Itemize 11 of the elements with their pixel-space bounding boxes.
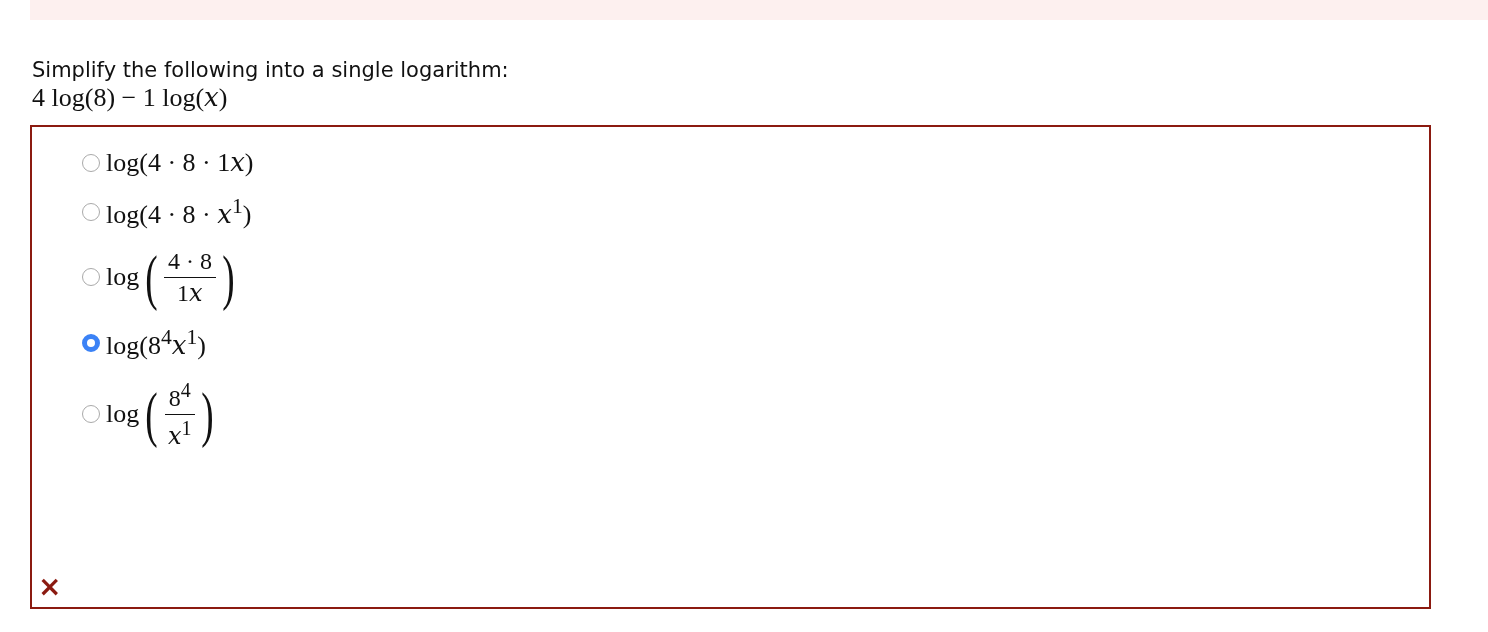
option-formula[interactable]: log(8$^{4}$𝑥$^{1}$) xyxy=(106,325,206,361)
option-formula[interactable]: log(4 · 8 · 𝑥$^{1}$) xyxy=(106,194,252,230)
radio-button[interactable] xyxy=(82,405,100,424)
question-expression: 4 log(8) − 1 log(𝑥) xyxy=(32,82,228,113)
radio-button[interactable] xyxy=(82,268,100,287)
option-formula[interactable]: log(4 · 8 · 1𝑥) xyxy=(106,147,254,178)
question-prompt: Simplify the following into a single logarithm: xyxy=(32,58,509,82)
radio-button[interactable] xyxy=(82,202,100,221)
radio-button[interactable] xyxy=(82,333,100,352)
incorrect-mark: × xyxy=(38,573,62,601)
radio-button[interactable] xyxy=(82,153,100,172)
